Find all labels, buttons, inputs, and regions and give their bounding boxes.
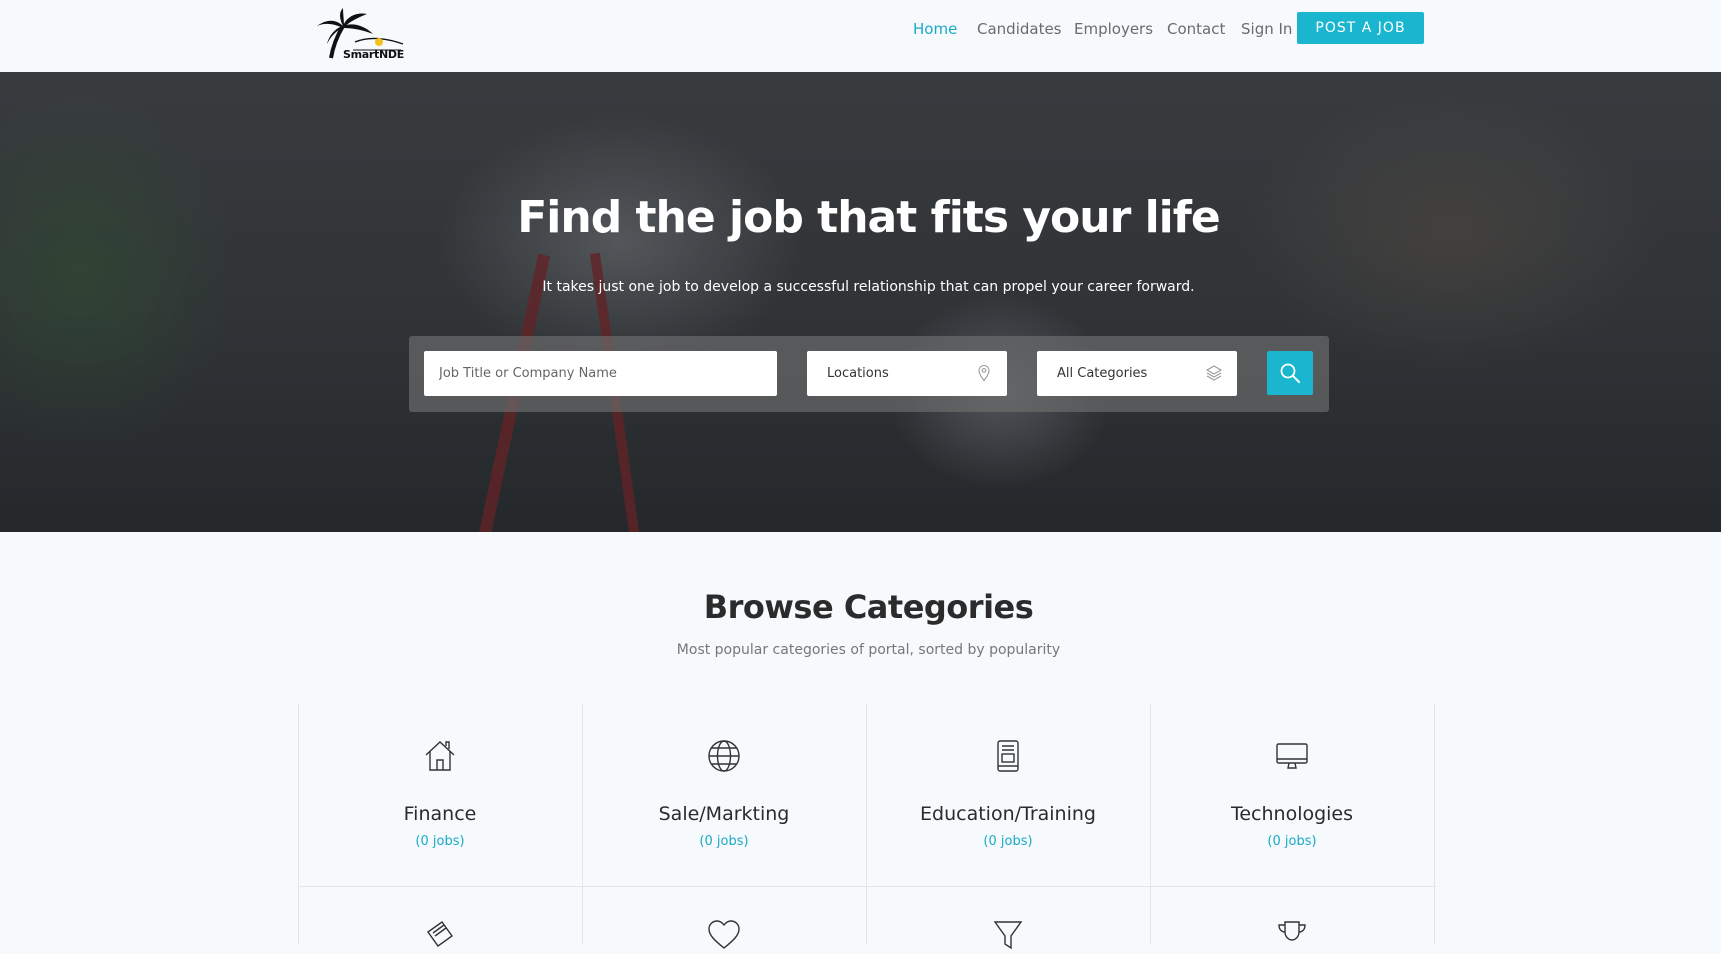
category-grid: Finance (0 jobs) Sale/Markting (0 jobs) … [298, 704, 1436, 950]
filter-icon [993, 921, 1023, 950]
house-icon [425, 741, 455, 771]
category-card-partial[interactable] [582, 918, 866, 949]
category-select-label: All Categories [1057, 366, 1148, 381]
nav-contact[interactable]: Contact [1167, 20, 1225, 38]
grid-divider [1434, 704, 1435, 944]
category-name: Finance [403, 803, 477, 825]
category-job-count[interactable]: (0 jobs) [866, 834, 1150, 849]
post-a-job-button[interactable]: POST A JOB [1297, 12, 1424, 44]
nav-employers[interactable]: Employers [1074, 20, 1153, 38]
heart-icon [708, 920, 740, 949]
map-pin-icon [978, 364, 990, 382]
category-card-sale-markting[interactable]: Sale/Markting (0 jobs) [582, 704, 866, 886]
category-card-partial[interactable] [1150, 918, 1434, 944]
monitor-icon [1276, 743, 1308, 769]
category-name: Education/Training [920, 803, 1096, 825]
category-card-finance[interactable]: Finance (0 jobs) [298, 704, 582, 886]
nav-home[interactable]: Home [913, 20, 957, 38]
navbar: SmartNDE Home Candidates Employers Conta… [0, 0, 1721, 72]
logo-text: SmartNDE [343, 48, 404, 61]
category-job-count[interactable]: (0 jobs) [298, 834, 582, 849]
search-button[interactable] [1267, 351, 1313, 395]
category-card-education-training[interactable]: Education/Training (0 jobs) [866, 704, 1150, 886]
category-name: Sale/Markting [658, 803, 790, 825]
globe-icon [708, 740, 740, 772]
category-job-count[interactable]: (0 jobs) [1150, 834, 1434, 849]
layers-icon [1205, 365, 1223, 381]
keyword-field[interactable] [424, 351, 777, 396]
search-icon [1280, 363, 1300, 383]
category-job-count[interactable]: (0 jobs) [582, 834, 866, 849]
category-name: Technologies [1230, 803, 1354, 825]
nav-sign-in[interactable]: Sign In [1241, 20, 1292, 38]
category-card-partial[interactable] [298, 918, 582, 947]
nav-candidates[interactable]: Candidates [977, 20, 1062, 38]
grid-divider [298, 886, 1436, 887]
category-card-technologies[interactable]: Technologies (0 jobs) [1150, 704, 1434, 886]
browse-categories-title: Browse Categories [703, 588, 1034, 626]
book-icon [997, 740, 1019, 772]
ticket-icon [427, 921, 453, 947]
keyword-input[interactable] [424, 351, 777, 396]
hero-subtitle: It takes just one job to develop a succe… [542, 279, 1195, 295]
browse-categories-subtitle: Most popular categories of portal, sorte… [676, 642, 1061, 658]
category-select[interactable]: All Categories [1037, 351, 1237, 396]
location-select[interactable]: Locations [807, 351, 1007, 396]
hero-title: Find the job that fits your life [517, 192, 1221, 243]
hero-banner: Find the job that fits your life It take… [0, 72, 1721, 532]
job-search-form: Locations All Categories [409, 336, 1329, 412]
category-card-partial[interactable] [866, 918, 1150, 950]
trophy-icon [1278, 921, 1306, 941]
location-select-label: Locations [827, 366, 889, 381]
hero-overlay [0, 72, 1721, 532]
site-logo[interactable]: SmartNDE [313, 8, 405, 64]
